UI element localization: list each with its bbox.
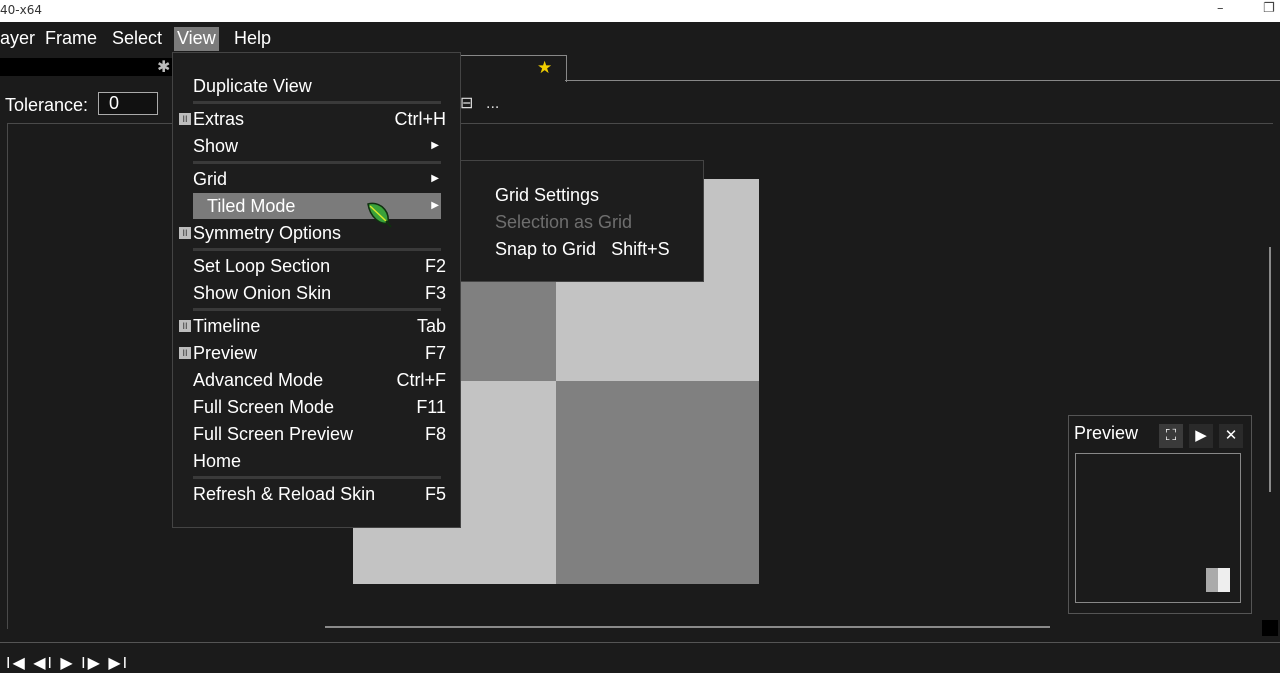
shortcut-label: F11 [416, 397, 446, 417]
shortcut-label: F7 [424, 343, 446, 363]
menu-item-full-screen-mode[interactable]: Full Screen Mode F11 [193, 394, 455, 420]
menu-item-preview[interactable]: II Preview F7 [179, 340, 455, 366]
leaf-cursor-icon [367, 202, 392, 228]
title-bar: 40-x64 – ❐ [0, 0, 1280, 22]
shortcut-label: F3 [424, 283, 446, 303]
gear-icon: ✱ [157, 59, 171, 76]
corner-box [1262, 620, 1278, 636]
menu-item-label: Show Onion Skin [193, 283, 332, 303]
submenu-arrow-icon: ▶ [431, 200, 439, 211]
shortcut-label: Ctrl+H [394, 109, 446, 129]
menu-help[interactable]: Help [231, 27, 274, 51]
menu-separator [193, 476, 441, 479]
menu-item-grid[interactable]: Grid ▶ [193, 166, 455, 192]
menu-item-label: Snap to Grid [495, 239, 597, 259]
menu-item-label: Show [193, 136, 239, 156]
menu-item-symmetry-options[interactable]: II Symmetry Options [179, 220, 455, 246]
horizontal-scrollbar[interactable] [325, 626, 1050, 628]
tolerance-label: Tolerance: [5, 95, 89, 115]
expand-icon[interactable]: ⛶ [1159, 424, 1183, 448]
submenu-arrow-icon: ▶ [431, 140, 439, 151]
minimize-button[interactable]: – [1217, 1, 1224, 16]
menu-bar: ayer Frame Select View Help [0, 22, 1280, 53]
preview-canvas [1075, 453, 1241, 603]
star-icon: ★ [537, 58, 553, 77]
menu-item-tiled-mode[interactable]: Tiled Mode ▶ [193, 193, 441, 219]
menu-item-label: Refresh & Reload Skin [193, 484, 376, 504]
checkbox-icon: II [179, 320, 191, 332]
menu-item-set-loop-section[interactable]: Set Loop Section F2 [193, 253, 455, 279]
menu-item-snap-to-grid[interactable]: Snap to Grid Shift+S [495, 236, 670, 262]
checkbox-icon: II [179, 227, 191, 239]
more-options[interactable]: ... [486, 95, 499, 113]
menu-separator [193, 101, 441, 104]
shortcut-label: F8 [424, 424, 446, 444]
menu-item-label: Tiled Mode [207, 196, 296, 216]
menu-item-duplicate-view[interactable]: Duplicate View [193, 73, 455, 99]
menu-item-label: Full Screen Preview [193, 424, 354, 444]
shortcut-label: Tab [416, 316, 446, 336]
menu-item-show-onion-skin[interactable]: Show Onion Skin F3 [193, 280, 455, 306]
vertical-scrollbar[interactable] [1269, 247, 1271, 492]
align-icon[interactable]: ⊟ [460, 93, 473, 113]
view-menu: Duplicate View II Extras Ctrl+H Show ▶ G… [172, 52, 461, 528]
menu-item-advanced-mode[interactable]: Advanced Mode Ctrl+F [193, 367, 455, 393]
menu-item-home[interactable]: Home [193, 448, 455, 474]
menu-separator [193, 248, 441, 251]
menu-item-label: Duplicate View [193, 76, 312, 96]
menu-item-label: Home [193, 451, 242, 471]
window-title: 40-x64 [0, 3, 42, 17]
preview-panel: Preview ⛶ ▶ ✕ [1068, 415, 1252, 614]
menu-item-label: Set Loop Section [193, 256, 331, 276]
playback-controls[interactable]: I◀ ◀I ▶ I▶ ▶I [6, 653, 129, 673]
restore-button[interactable]: ❐ [1263, 1, 1275, 16]
menu-layer[interactable]: ayer [0, 27, 38, 51]
menu-item-timeline[interactable]: II Timeline Tab [179, 313, 455, 339]
menu-item-label: Preview [193, 343, 258, 363]
menu-view[interactable]: View [174, 27, 219, 51]
playback-bar: I◀ ◀I ▶ I▶ ▶I [0, 642, 1280, 673]
menu-item-label: Grid [193, 169, 228, 189]
menu-item-extras[interactable]: II Extras Ctrl+H [179, 106, 455, 132]
play-icon[interactable]: ▶ [1189, 424, 1213, 448]
menu-item-show[interactable]: Show ▶ [193, 133, 455, 159]
menu-frame[interactable]: Frame [42, 27, 100, 51]
tile-dark-partial [460, 282, 556, 381]
menu-item-label: Full Screen Mode [193, 397, 335, 417]
checkbox-icon: II [179, 347, 191, 359]
close-icon[interactable]: ✕ [1219, 424, 1243, 448]
tab-divider [565, 80, 1280, 81]
menu-item-selection-as-grid: Selection as Grid [495, 212, 633, 232]
shortcut-label: F2 [424, 256, 446, 276]
tile-bottom-right [556, 381, 759, 584]
checker-icon [1206, 568, 1230, 592]
menu-item-label: Advanced Mode [193, 370, 324, 390]
menu-item-full-screen-preview[interactable]: Full Screen Preview F8 [193, 421, 455, 447]
shortcut-label: Shift+S [611, 239, 670, 259]
menu-select[interactable]: Select [109, 27, 165, 51]
menu-item-grid-settings[interactable]: Grid Settings [495, 182, 599, 208]
checkbox-icon: II [179, 113, 191, 125]
menu-separator [193, 308, 441, 311]
tab-inactive[interactable] [0, 58, 176, 76]
submenu-arrow-icon: ▶ [431, 173, 439, 184]
shortcut-label: F5 [424, 484, 446, 504]
grid-submenu: Grid Settings Selection as Grid Snap to … [460, 160, 704, 282]
preview-title: Preview [1074, 423, 1139, 443]
menu-item-label: Timeline [193, 316, 261, 336]
tolerance-input[interactable] [98, 92, 158, 115]
menu-item-refresh-reload-skin[interactable]: Refresh & Reload Skin F5 [193, 481, 455, 507]
menu-separator [193, 161, 441, 164]
shortcut-label: Ctrl+F [396, 370, 447, 390]
menu-item-label: Symmetry Options [193, 223, 342, 243]
menu-item-label: Extras [193, 109, 245, 129]
